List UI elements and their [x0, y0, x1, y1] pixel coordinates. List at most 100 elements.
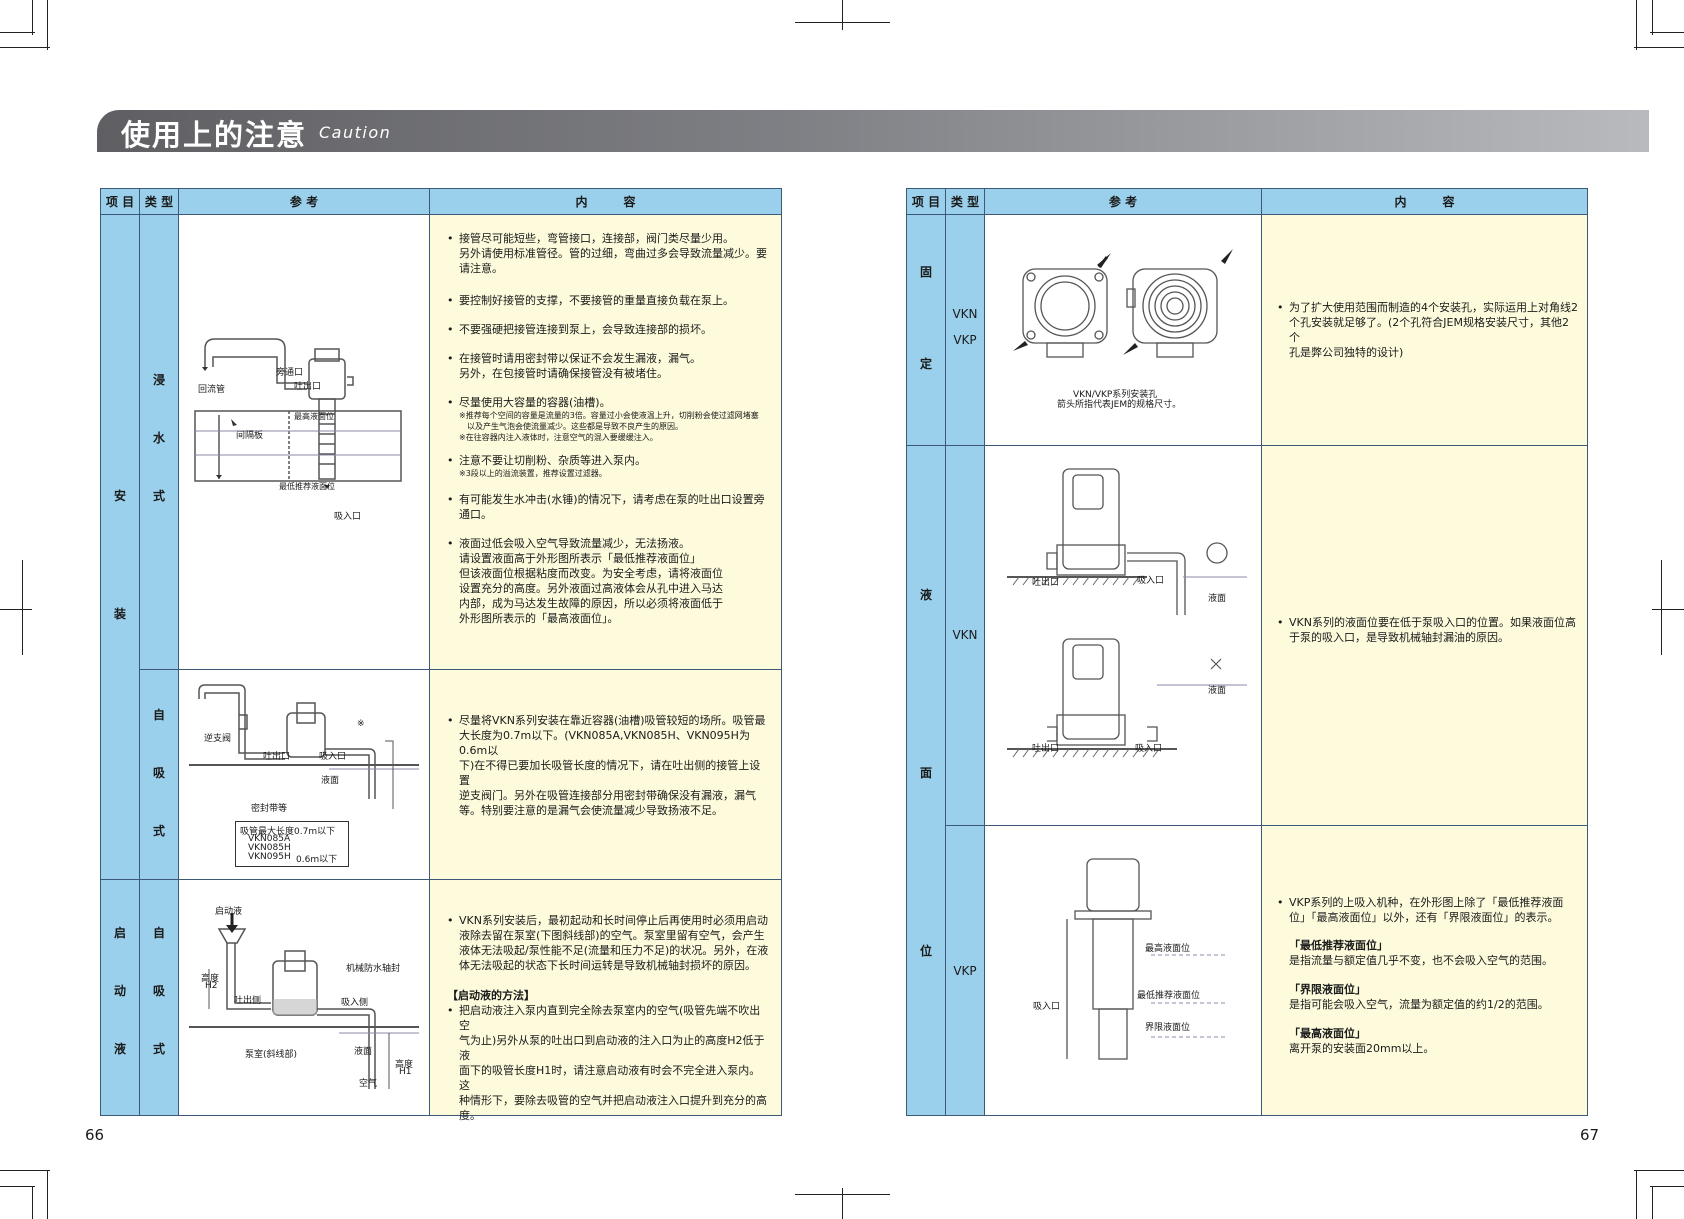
crop-mark [0, 1186, 35, 1187]
item-priming-char: 启 [113, 926, 126, 940]
item-char: 面 [919, 766, 932, 780]
fig-label: 吸入口 [1137, 576, 1165, 586]
fig1-label: 吸入口 [334, 512, 362, 522]
type-char: 自 [152, 926, 165, 940]
type-submerged: 浸 水 式 [140, 215, 179, 669]
header-ref: 参 考 [985, 189, 1262, 215]
fig3-label: 启动液 [215, 907, 243, 917]
fig-label: 液面 [1208, 594, 1227, 604]
fig1-label: 旁通口 [276, 368, 304, 378]
crop-mark [32, 0, 33, 35]
fig3-label: 液面 [354, 1047, 373, 1057]
fig-label: 液面 [1208, 686, 1227, 696]
type-label: VKN [952, 307, 978, 321]
fig-label: 界限液面位 [1145, 1023, 1191, 1033]
type-vkn-vkp: VKN VKP [946, 215, 985, 445]
type-vkn: VKN [946, 445, 985, 825]
page-number-right: 67 [1580, 1126, 1600, 1144]
type-char: 水 [152, 431, 165, 445]
mounting-holes-diagram [1013, 249, 1233, 358]
item-install: 安 装 [101, 215, 140, 879]
fig1-label: 回流管 [198, 385, 226, 395]
header-content: 内 容 [1262, 189, 1587, 215]
type-label: VKP [953, 964, 977, 978]
definition: 「最高液面位」 离开泵的安装面20mm以上。 [1289, 1027, 1435, 1055]
crop-mark [32, 1186, 33, 1219]
header-type: 类 型 [946, 189, 985, 215]
fig3-label: H1 [399, 1067, 412, 1077]
type-char: 式 [152, 824, 165, 838]
bullet: • VKN系列的液面位要在低于泵吸入口的位置。如果液面位高 于泵的吸入口，是导致机械… [1277, 616, 1576, 644]
fig1-label: 间隔板 [236, 431, 264, 441]
priming-diagram [189, 913, 419, 1089]
note: ※3段以上的溢流装置，推荐设置过滤器。 [459, 469, 607, 478]
crop-mark [842, 0, 843, 30]
crop-mark [1650, 1186, 1684, 1187]
bullet: • 注意不要让切削粉、杂质等进入泵内。 ※3段以上的溢流装置，推荐设置过滤器。 [447, 453, 769, 479]
item-install-char: 装 [113, 607, 126, 621]
fig-label: 最高液面位 [1145, 944, 1191, 954]
item-char: 位 [919, 944, 932, 958]
left-table: 项 目 类 型 参 考 内 容 安 装 启 动 液 浸 水 式 自 吸 式 自 … [100, 188, 782, 1122]
content-cell [430, 215, 781, 1115]
definition: 「最低推荐液面位」 是指流量与额定值几乎不变，也不会吸入空气的范围。 [1289, 939, 1553, 967]
type-char: 吸 [152, 766, 165, 780]
fig3-label: 吸入侧 [341, 998, 369, 1008]
item-level: 液 面 位 [907, 445, 946, 1115]
definition: 「界限液面位」 是指可能会吸入空气，流量为额定值的约1/2的范围。 [1289, 983, 1549, 1011]
item-priming-char: 液 [113, 1042, 126, 1056]
fig-label: 吸入口 [1135, 744, 1163, 754]
crop-mark [1636, 1170, 1637, 1219]
fig-label: 吸入口 [1033, 1002, 1061, 1012]
max-length-box: 吸管最大长度0.7m以下 VKN085A VKN085H VKN095H 0.6… [235, 821, 349, 867]
type-char: 式 [152, 489, 165, 503]
crop-mark [47, 0, 48, 50]
fig1-label: 吐出口 [294, 382, 322, 392]
crop-mark [47, 1170, 48, 1219]
right-table: 项 目 类 型 参 考 内 容 固 定 液 面 位 VKN VKP VKN VK… [906, 188, 1588, 1116]
crop-mark [0, 609, 32, 610]
bullet: • 为了扩大使用范围而制造的4个安装孔，实际运用上对角线2 个孔安装就足够了。(2个… [1277, 301, 1578, 359]
item-install-char: 安 [113, 489, 126, 503]
fig3-label: 泵室(斜线部) [245, 1050, 298, 1060]
header-type: 类 型 [140, 189, 179, 215]
type-char: 浸 [152, 373, 165, 387]
fig2-label: 吐出口 [263, 752, 291, 762]
bullet: • VKN系列安装后，最初起动和长时间停止后再使用时必须用启动 液除去留在泵室(下图… [447, 914, 769, 972]
fig-label: 吐出口 [1032, 578, 1060, 588]
crop-mark [1634, 1170, 1684, 1171]
fig-label: 吐出口 [1032, 744, 1060, 754]
fig3-label: 机械防水轴封 [346, 964, 401, 974]
header-item: 项 目 [101, 189, 140, 215]
item-priming: 启 动 液 [101, 879, 140, 1115]
page-number-left: 66 [85, 1126, 105, 1144]
item-char: 定 [919, 357, 932, 371]
fig-caption: 箭头所指代表JEM的规格尺寸。 [1057, 400, 1182, 410]
crop-mark [1652, 609, 1684, 610]
bullet: • 液面过低会吸入空气导致流量减少，无法扬液。 请设置液面高于外形图所表示「最低推荐… [447, 537, 723, 625]
type-label: VKP [953, 333, 977, 347]
item-priming-char: 动 [113, 984, 126, 998]
header-content: 内 容 [430, 189, 781, 215]
item-char: 液 [919, 588, 932, 602]
crop-mark [1634, 47, 1684, 48]
type-vkp: VKP [946, 825, 985, 1115]
vkn-level-diagram [1007, 468, 1247, 758]
crop-mark [0, 47, 50, 48]
header-ref: 参 考 [179, 189, 430, 215]
bullet: • VKP系列的上吸入机种，在外形图上除了「最低推荐液面 位」「最高液面位」以外，还… [1277, 896, 1564, 924]
note: 以及产生气泡会使流量减少。这些都是导致不良产生的原因。 [467, 422, 683, 431]
fig1-label: 最低推荐液面位 [279, 482, 335, 491]
fig-label: 最低推荐液面位 [1137, 991, 1201, 1001]
crop-mark [0, 32, 35, 33]
crop-mark [1636, 0, 1637, 50]
type-selfpriming-2: 自 吸 式 [140, 879, 179, 1115]
note: ※在往容器内注入液体时，注意空气的混入要缓缓注入。 [459, 433, 658, 442]
bullet: • 把启动液注入泵内直到完全除去泵室内的空气(吸管先端不吹出空 气为止)另外从泵的吐… [447, 1004, 767, 1122]
fig2-label: 吸入口 [319, 752, 347, 762]
type-selfpriming: 自 吸 式 [140, 669, 179, 879]
crop-mark [1650, 32, 1684, 33]
bullet: • 接管尽可能短些，弯管接口，连接部，阀门类尽量少用。 另外请使用标准管径。管的过细… [447, 232, 767, 275]
fig1-label: 最高液面位 [294, 412, 334, 421]
crop-mark [0, 1170, 50, 1171]
